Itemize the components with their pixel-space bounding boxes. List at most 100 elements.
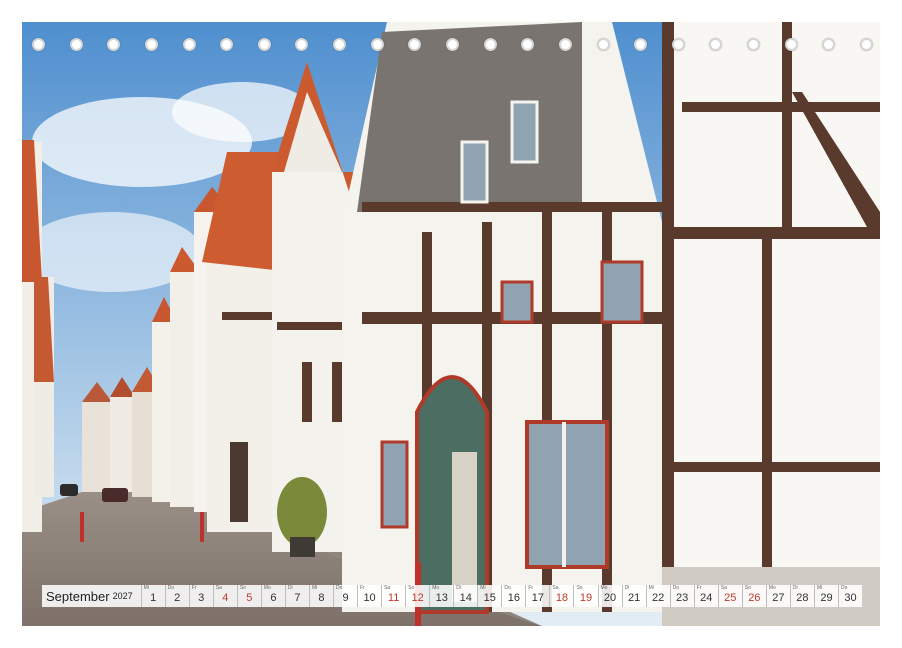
day-cell: So 5	[236, 585, 261, 607]
weekday-initial: Mi	[480, 585, 486, 591]
binding-ring	[483, 38, 497, 51]
binding-ring	[521, 38, 535, 51]
day-cell: Sa 18	[549, 585, 573, 607]
day-number: 8	[318, 592, 325, 604]
binding-ring	[671, 38, 685, 51]
day-number: 19	[579, 592, 593, 604]
weekday-initial: Sa	[552, 585, 559, 591]
binding-ring	[709, 38, 723, 51]
day-cell: Fr 3	[188, 585, 213, 607]
day-cell: Mi 8	[308, 585, 333, 607]
weekday-initial: Mi	[648, 585, 654, 591]
binding-ring	[69, 38, 83, 51]
spiral-binding	[22, 38, 880, 58]
weekday-initial: Do	[504, 585, 511, 591]
day-cell: Do 30	[837, 585, 862, 607]
binding-ring	[860, 38, 873, 51]
day-cell: Mo 27	[765, 585, 790, 607]
day-cell: Do 23	[669, 585, 694, 607]
day-cell: Sa 4	[212, 585, 237, 607]
binding-ring	[220, 38, 234, 51]
day-number: 20	[603, 592, 617, 604]
day-number: 2	[174, 592, 181, 604]
weekday-initial: Di	[456, 585, 461, 591]
day-number: 15	[483, 592, 496, 604]
day-number: 30	[844, 592, 857, 604]
weekday-initial: Mo	[768, 585, 776, 591]
weekday-initial: Di	[287, 585, 293, 591]
day-number: 28	[796, 592, 809, 604]
day-cell: Fr 10	[357, 585, 381, 607]
month-label: September	[46, 588, 110, 604]
calendar-bar: September 2027 Mi 1 Do 2 Fr 3 Sa 4 So 5 Mo 6 Di 7 Mi 8 D…	[42, 585, 862, 607]
day-number: 24	[700, 592, 713, 604]
day-number: 11	[387, 592, 400, 604]
day-cell: Fr 24	[693, 585, 718, 607]
binding-ring	[596, 38, 610, 51]
weekday-initial: Fr	[528, 585, 534, 591]
weekday-initial: Sa	[215, 585, 222, 591]
day-number: 25	[724, 592, 737, 604]
day-cell: Di 21	[621, 585, 646, 607]
weekday-initial: Mo	[432, 585, 440, 591]
binding-ring	[822, 38, 836, 51]
weekday-initial: So	[744, 585, 751, 591]
day-number: 17	[531, 592, 545, 604]
day-number: 21	[627, 592, 641, 604]
weekday-initial: Do	[336, 585, 343, 591]
weekday-initial: Mo	[600, 585, 608, 591]
weekday-initial: Do	[840, 585, 848, 591]
day-cell: Di 28	[789, 585, 814, 607]
day-number: 13	[435, 592, 448, 604]
day-cell: Mo 6	[260, 585, 285, 607]
day-number: 22	[652, 592, 665, 604]
weekday-initial: Mo	[263, 585, 271, 591]
photo-illustration	[22, 22, 880, 626]
half-timbered-street-photo	[22, 22, 880, 626]
day-cell: So 12	[405, 585, 429, 607]
calendar-page: September 2027 Mi 1 Do 2 Fr 3 Sa 4 So 5 Mo 6 Di 7 Mi 8 D…	[0, 0, 902, 648]
day-cell: Do 9	[333, 585, 357, 607]
weekday-initial: Di	[792, 585, 798, 591]
binding-ring	[446, 38, 459, 51]
binding-ring	[784, 38, 798, 51]
day-number: 26	[748, 592, 761, 604]
day-number: 23	[676, 592, 689, 604]
weekday-initial: Mi	[311, 585, 318, 591]
day-number: 18	[555, 592, 569, 604]
binding-ring	[32, 38, 45, 51]
binding-ring	[408, 38, 422, 51]
day-number: 16	[507, 592, 520, 604]
day-number: 5	[246, 592, 253, 604]
day-number: 4	[222, 592, 229, 604]
day-cell: Sa 25	[717, 585, 742, 607]
weekday-initial: Do	[167, 585, 175, 591]
weekday-initial: Fr	[360, 585, 365, 591]
weekday-initial: Sa	[384, 585, 391, 591]
day-number: 12	[411, 592, 424, 604]
day-number: 9	[342, 592, 349, 604]
day-cell: Mi 22	[645, 585, 670, 607]
binding-ring	[558, 38, 572, 51]
weekday-initial: Di	[624, 585, 630, 591]
year-label: 2027	[112, 591, 133, 601]
day-cell: Di 7	[284, 585, 309, 607]
day-number: 7	[294, 592, 301, 604]
binding-ring	[295, 38, 309, 51]
day-cell: Mo 13	[429, 585, 453, 607]
weekday-initial: So	[576, 585, 583, 591]
binding-ring	[257, 38, 271, 51]
day-cell: So 19	[573, 585, 597, 607]
weekday-initial: Fr	[191, 585, 197, 591]
weekday-initial: Mi	[816, 585, 823, 591]
day-number: 6	[270, 592, 277, 604]
binding-ring	[107, 38, 121, 51]
day-cell: Mo 20	[597, 585, 622, 607]
binding-ring	[747, 38, 761, 51]
binding-ring	[333, 38, 347, 51]
day-cell: So 26	[741, 585, 766, 607]
day-cell: Do 16	[501, 585, 525, 607]
day-number: 10	[363, 592, 376, 604]
binding-ring	[182, 38, 196, 51]
day-cell: Mi 29	[813, 585, 838, 607]
